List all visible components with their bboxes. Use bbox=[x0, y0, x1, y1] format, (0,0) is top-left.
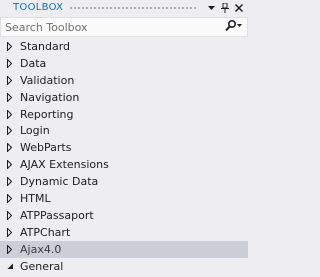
expanded-arrow-icon[interactable] bbox=[7, 262, 14, 271]
category-ajax4-0[interactable]: Ajax4.0 bbox=[0, 240, 248, 258]
collapsed-arrow-icon[interactable] bbox=[7, 41, 14, 51]
collapsed-arrow-icon[interactable] bbox=[7, 227, 14, 237]
category-atpchart[interactable]: ATPChart bbox=[0, 224, 248, 241]
category-navigation[interactable]: Navigation bbox=[0, 89, 248, 106]
category-html[interactable]: HTML bbox=[0, 190, 248, 207]
category-label: General bbox=[20, 259, 64, 273]
collapsed-arrow-icon[interactable] bbox=[7, 193, 14, 203]
category-label: ATPPassaport bbox=[20, 208, 94, 222]
search-input[interactable] bbox=[1, 18, 221, 36]
category-label: HTML bbox=[20, 191, 51, 205]
category-label: Navigation bbox=[20, 90, 80, 104]
window-position-dropdown-icon[interactable] bbox=[204, 0, 218, 16]
category-label: Ajax4.0 bbox=[20, 242, 62, 256]
toolbox-titlebar[interactable]: TOOLBOX bbox=[0, 0, 248, 16]
category-standard[interactable]: Standard bbox=[0, 38, 248, 55]
search-box bbox=[0, 17, 248, 37]
category-label: Validation bbox=[20, 73, 75, 87]
collapsed-arrow-icon[interactable] bbox=[7, 126, 14, 136]
category-label: Reporting bbox=[20, 107, 74, 121]
collapsed-arrow-icon[interactable] bbox=[7, 109, 14, 119]
close-icon[interactable] bbox=[232, 0, 246, 16]
collapsed-arrow-icon[interactable] bbox=[7, 177, 14, 187]
category-general[interactable]: General bbox=[0, 258, 248, 275]
category-dynamic-data[interactable]: Dynamic Data bbox=[0, 173, 248, 190]
collapsed-arrow-icon[interactable] bbox=[7, 58, 14, 68]
category-ajax-extensions[interactable]: AJAX Extensions bbox=[0, 156, 248, 173]
category-login[interactable]: Login bbox=[0, 122, 248, 139]
category-label: Standard bbox=[20, 39, 71, 53]
category-label: Login bbox=[20, 124, 50, 138]
category-label: AJAX Extensions bbox=[20, 158, 109, 172]
toolbox-panel: TOOLBOX Search Toolbox Standard Data Val… bbox=[0, 0, 248, 277]
category-data[interactable]: Data bbox=[0, 55, 248, 72]
category-validation[interactable]: Validation bbox=[0, 72, 248, 89]
category-label: Data bbox=[20, 56, 47, 70]
category-atppassaport[interactable]: ATPPassaport bbox=[0, 207, 248, 224]
search-button[interactable] bbox=[221, 18, 247, 36]
collapsed-arrow-icon[interactable] bbox=[7, 244, 14, 254]
collapsed-arrow-icon[interactable] bbox=[7, 210, 14, 220]
collapsed-arrow-icon[interactable] bbox=[7, 75, 14, 85]
collapsed-arrow-icon[interactable] bbox=[7, 92, 14, 102]
category-label: ATPChart bbox=[20, 225, 71, 239]
category-webparts[interactable]: WebParts bbox=[0, 139, 248, 156]
collapsed-arrow-icon[interactable] bbox=[7, 160, 14, 170]
search-icon bbox=[225, 19, 243, 35]
panel-title: TOOLBOX bbox=[13, 2, 64, 13]
collapsed-arrow-icon[interactable] bbox=[7, 143, 14, 153]
category-list: Standard Data Validation Navigation Reportin… bbox=[0, 38, 248, 274]
category-reporting[interactable]: Reporting bbox=[0, 106, 248, 123]
category-label: WebParts bbox=[20, 141, 72, 155]
category-label: Dynamic Data bbox=[20, 175, 99, 189]
pin-icon[interactable] bbox=[218, 0, 232, 16]
drag-grip[interactable] bbox=[69, 5, 198, 11]
